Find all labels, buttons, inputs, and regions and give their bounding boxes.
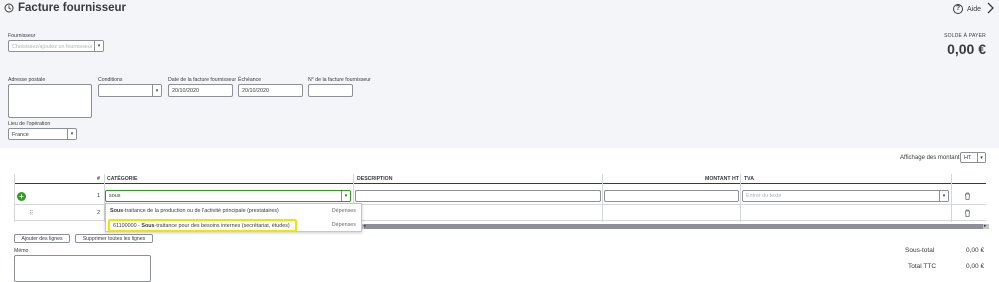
date-label: Date de la facture fournisseur — [168, 77, 237, 83]
category-autocomplete: Sous-traitance de la production ou de l'… — [105, 203, 362, 232]
option-match: Sous — [110, 208, 124, 214]
fournisseur-label: Fournisseur — [8, 33, 36, 39]
categorie-input-value: sous — [109, 193, 121, 199]
date-field[interactable]: 20/10/2020 — [168, 84, 233, 97]
add-lines-button[interactable]: Ajouter des lignes — [14, 234, 70, 243]
grid-line — [14, 174, 15, 222]
option-type: Dépenses — [331, 222, 356, 228]
amounts-display-value: HT — [964, 155, 972, 161]
grid-line — [740, 174, 741, 222]
conditions-select[interactable]: ▾ — [98, 84, 162, 97]
col-header-num: # — [97, 176, 100, 182]
fournisseur-select[interactable]: Choisissez/ajoutez un fournisseur ▾ — [8, 40, 104, 52]
balance-value: 0,00 € — [947, 41, 986, 57]
subtotal-value: 0,00 € — [966, 247, 985, 254]
col-header-categorie: CATÉGORIE — [107, 176, 138, 182]
memo-textarea[interactable] — [14, 255, 151, 282]
montant-input[interactable] — [604, 190, 739, 202]
chevron-down-icon[interactable]: ▾ — [67, 129, 76, 139]
option-type: Dépenses — [331, 208, 356, 214]
subtotal-label: Sous-total — [905, 247, 935, 254]
chevron-down-icon[interactable]: ▾ — [94, 41, 103, 51]
table-header — [14, 174, 986, 184]
header-panel — [0, 0, 999, 148]
adresse-label: Adresse postale — [8, 77, 46, 83]
chevron-down-icon[interactable]: ▾ — [939, 191, 948, 201]
lieu-label: Lieu de l'opération — [8, 121, 51, 127]
add-line-icon[interactable]: + — [17, 192, 26, 201]
fournisseur-placeholder: Choisissez/ajoutez un fournisseur — [12, 44, 93, 50]
lieu-select[interactable]: France ▾ — [8, 128, 77, 140]
history-icon[interactable] — [4, 3, 14, 13]
delete-lines-button[interactable]: Supprimer toutes les lignes — [75, 234, 153, 243]
trash-icon[interactable] — [964, 209, 971, 217]
amounts-display-select[interactable]: HT ▾ — [960, 152, 986, 163]
echeance-label: Échéance — [238, 77, 262, 83]
numero-field[interactable] — [308, 84, 353, 97]
chevron-down-icon[interactable]: ▾ — [152, 85, 161, 96]
tva-placeholder: Entrer du texte — [746, 193, 782, 199]
description-input[interactable] — [355, 190, 601, 202]
row-number: 1 — [97, 193, 101, 199]
chevron-right-icon[interactable] — [985, 2, 995, 14]
numero-label: N° de la facture fournisseur — [308, 77, 371, 83]
help-button[interactable]: ? Aide — [953, 3, 981, 15]
amounts-display-label: Affichage des montants — [900, 155, 963, 161]
trash-icon[interactable] — [964, 192, 971, 200]
echeance-field[interactable]: 20/10/2020 — [238, 84, 303, 97]
memo-label: Mémo — [14, 248, 29, 254]
grid-line — [602, 174, 603, 222]
scroll-right-icon[interactable]: ▸ — [984, 223, 987, 229]
col-header-montant: MONTANT HT — [705, 176, 739, 182]
conditions-label: Conditions — [98, 77, 123, 83]
drag-handle-icon[interactable]: ⠿ — [29, 210, 33, 217]
chevron-down-icon[interactable]: ▾ — [977, 153, 985, 162]
autocomplete-option-highlight[interactable]: 61100000 - Sous-traitance pour des besoi… — [108, 219, 297, 232]
tva-select[interactable]: Entrer du texte ▾ — [742, 190, 949, 202]
page-title: Facture fournisseur — [18, 2, 126, 14]
option-text: -traitance pour des besoins internes (se… — [154, 223, 290, 229]
scroll-left-icon[interactable]: ◂ — [363, 223, 366, 229]
option-text: -traitance de la production ou de l'acti… — [123, 208, 279, 214]
chevron-down-icon[interactable]: ▾ — [341, 191, 350, 201]
autocomplete-option[interactable]: Sous-traitance de la production ou de l'… — [106, 205, 361, 218]
option-prefix: 61100000 - — [113, 223, 142, 229]
scrollbar-thumb[interactable] — [364, 224, 983, 229]
total-label: Total TTC — [908, 263, 937, 270]
grid-line — [951, 174, 952, 222]
balance-label: SOLDE À PAYER — [944, 33, 986, 39]
option-match: Sous — [141, 223, 155, 229]
help-circle-icon: ? — [953, 4, 963, 14]
total-value: 0,00 € — [966, 263, 985, 270]
adresse-textarea[interactable] — [8, 84, 92, 118]
lieu-value: France — [12, 132, 29, 138]
col-header-description: DESCRIPTION — [357, 176, 393, 182]
row-number: 2 — [97, 210, 101, 216]
help-label: Aide — [967, 5, 982, 13]
categorie-input[interactable]: sous ▾ — [105, 190, 351, 202]
col-header-tva: TVA — [744, 176, 754, 182]
